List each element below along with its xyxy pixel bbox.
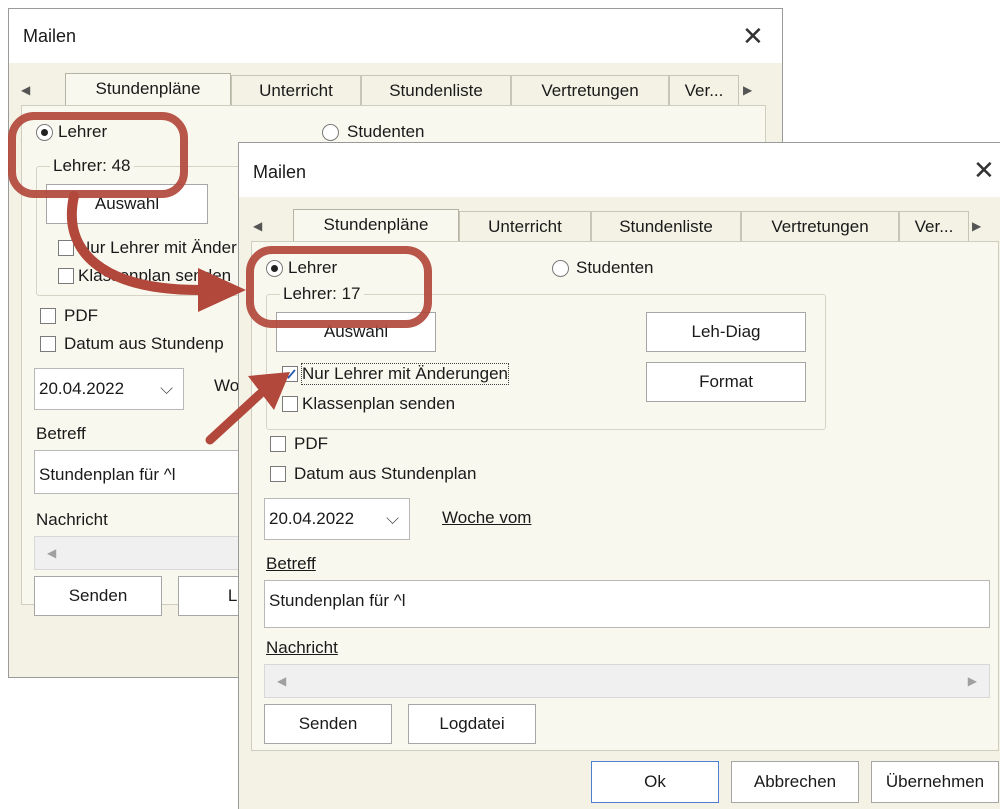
front-tab-stundenliste[interactable]: Stundenliste	[591, 211, 741, 241]
back-tab-more[interactable]: Ver...	[669, 75, 739, 105]
back-tab-vertretungen[interactable]: Vertretungen	[511, 75, 669, 105]
tab-scroll-right-icon[interactable]: ▶	[972, 219, 981, 233]
back-chk-pdf[interactable]	[40, 308, 56, 324]
back-date-select[interactable]: 20.04.2022 ⌵	[34, 368, 184, 410]
front-tab-vertretungen[interactable]: Vertretungen	[741, 211, 899, 241]
back-title-bar: Mailen ✕	[9, 9, 782, 63]
front-nachricht-label: Nachricht	[266, 638, 338, 657]
back-chk-datum-label: Datum aus Stundenp	[64, 334, 224, 353]
chevron-down-icon: ⌵	[160, 379, 173, 398]
tab-scroll-left-icon[interactable]: ◀	[21, 83, 30, 97]
close-icon[interactable]: ✕	[973, 157, 995, 183]
back-highlight-oval	[8, 112, 188, 198]
front-radio-studenten-label: Studenten	[576, 258, 654, 277]
back-nachricht-label: Nachricht	[36, 510, 108, 529]
front-nachricht-scrollbar[interactable]: ◀ ▶	[264, 664, 990, 698]
back-woche-label: Wo	[214, 376, 240, 395]
front-dialog-title: Mailen	[253, 162, 307, 182]
scroll-left-icon[interactable]: ◀	[47, 546, 56, 560]
front-chk-datum[interactable]	[270, 466, 286, 482]
front-chk-nur-lehrer[interactable]	[282, 366, 298, 382]
front-chk-nur-lehrer-label: Nur Lehrer mit Änderungen	[300, 363, 510, 385]
front-chk-klassenplan-label: Klassenplan senden	[302, 394, 456, 413]
back-chk-datum[interactable]	[40, 336, 56, 352]
back-senden-button[interactable]: Senden	[34, 576, 162, 616]
back-chk-klassenplan[interactable]	[58, 268, 74, 284]
scroll-left-icon[interactable]: ◀	[277, 674, 286, 688]
scroll-right-icon[interactable]: ▶	[968, 674, 977, 688]
front-betreff-label: Betreff	[266, 554, 316, 573]
front-chk-pdf-label: PDF	[294, 434, 328, 453]
back-chk-nur-lehrer-label: Nur Lehrer mit Änder	[78, 238, 237, 257]
front-date-select[interactable]: 20.04.2022 ⌵	[264, 498, 410, 540]
checkmark-icon	[284, 369, 296, 379]
front-logdatei-button[interactable]: Logdatei	[408, 704, 536, 744]
back-tab-stundenliste[interactable]: Stundenliste	[361, 75, 511, 105]
front-mailen-dialog: Mailen ✕ ◀ Stundenpläne Unterricht Stund…	[238, 142, 1000, 809]
front-radio-studenten[interactable]	[552, 260, 569, 277]
back-dialog-title: Mailen	[23, 26, 77, 46]
front-format-button[interactable]: Format	[646, 362, 806, 402]
back-radio-studenten-label: Studenten	[347, 122, 425, 141]
front-tab-stundenplaene[interactable]: Stundenpläne	[293, 209, 459, 242]
tab-scroll-right-icon[interactable]: ▶	[743, 83, 752, 97]
front-chk-klassenplan[interactable]	[282, 396, 298, 412]
front-title-bar: Mailen ✕	[239, 143, 1000, 197]
close-icon[interactable]: ✕	[742, 23, 764, 49]
back-chk-klassenplan-label: Klassenplan senden	[78, 266, 232, 285]
tab-scroll-left-icon[interactable]: ◀	[253, 219, 262, 233]
back-chk-nur-lehrer[interactable]	[58, 240, 74, 256]
front-betreff-input[interactable]: Stundenplan für ^l	[264, 580, 990, 628]
back-tab-unterricht[interactable]: Unterricht	[231, 75, 361, 105]
front-abbrechen-button[interactable]: Abbrechen	[731, 761, 859, 803]
back-radio-studenten[interactable]	[322, 124, 339, 141]
back-chk-pdf-label: PDF	[64, 306, 98, 325]
front-chk-pdf[interactable]	[270, 436, 286, 452]
back-tab-stundenplaene[interactable]: Stundenpläne	[65, 73, 231, 106]
front-tab-more[interactable]: Ver...	[899, 211, 969, 241]
front-leh-diag-button[interactable]: Leh-Diag	[646, 312, 806, 352]
front-tab-unterricht[interactable]: Unterricht	[459, 211, 591, 241]
front-senden-button[interactable]: Senden	[264, 704, 392, 744]
front-uebernehmen-button[interactable]: Übernehmen	[871, 761, 999, 803]
front-chk-datum-label: Datum aus Stundenplan	[294, 464, 477, 483]
chevron-down-icon: ⌵	[386, 509, 399, 528]
front-ok-button[interactable]: Ok	[591, 761, 719, 803]
front-woche-label: Woche vom	[442, 508, 532, 527]
front-highlight-oval	[246, 246, 432, 328]
back-betreff-label: Betreff	[36, 424, 86, 443]
